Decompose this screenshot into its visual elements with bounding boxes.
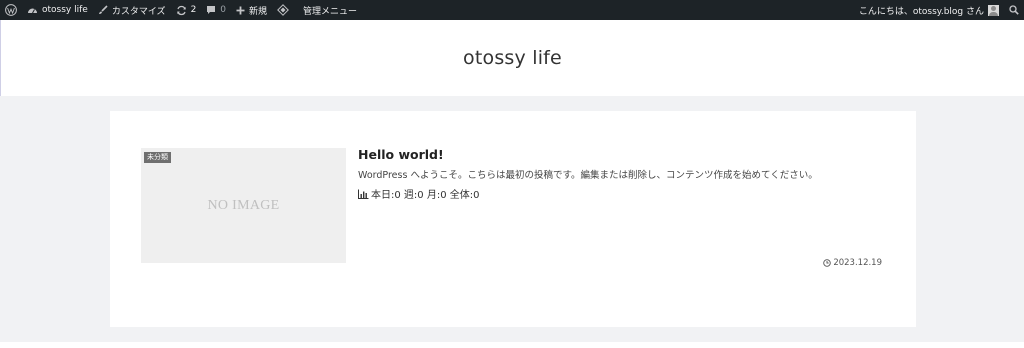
site-header: otossy life [1,20,1024,96]
site-title[interactable]: otossy life [463,47,562,69]
post-title[interactable]: Hello world! [358,147,444,162]
view-stats-text: 本日:0 週:0 月:0 全体:0 [371,190,480,201]
greeting-text: こんにちは、otossy.blog さん [858,6,984,17]
clock-icon [823,259,832,267]
diamond-icon [277,4,289,16]
new-content-label: 新規 [249,6,268,17]
avatar [988,4,999,16]
updates-button[interactable]: 2 [171,0,202,20]
wordpress-icon [5,4,17,16]
brush-icon [98,5,108,14]
post-thumbnail[interactable]: 未分類 NO IMAGE [141,148,346,263]
updates-icon [176,5,186,15]
admin-menu-label: 管理メニュー [303,6,358,17]
view-stats: 本日:0 週:0 月:0 全体:0 [358,186,479,201]
wordpress-logo-button[interactable] [0,0,22,20]
category-badge[interactable]: 未分類 [144,152,171,163]
account-menu[interactable]: こんにちは、otossy.blog さん [854,0,1004,20]
no-image-placeholder: NO IMAGE [207,197,280,213]
plugin-menu-button[interactable] [272,0,294,20]
comments-count: 0 [220,5,227,15]
search-button[interactable] [1004,0,1024,20]
bar-chart-icon [358,189,369,199]
comment-icon [207,6,216,14]
plus-icon [236,6,245,14]
post-date-text: 2023.12.19 [833,258,882,268]
search-icon [1009,5,1019,15]
admin-menu-button[interactable]: 管理メニュー [294,0,362,20]
admin-bar: otossy life カスタマイズ 2 0 新規 管理メニュー こんにちは、o… [0,0,1024,20]
customize-button[interactable]: カスタマイズ [93,0,171,20]
post-excerpt: WordPress へようこそ。こちらは最初の投稿です。編集または削除し、コンテ… [358,170,818,181]
comments-button[interactable]: 0 [201,0,231,20]
dashboard-icon [28,8,37,14]
next-section-edge [0,342,1024,348]
site-name-menu[interactable]: otossy life [22,0,93,20]
updates-count: 2 [190,5,197,15]
new-content-button[interactable]: 新規 [231,0,272,20]
customize-label: カスタマイズ [111,6,166,17]
site-name-label: otossy life [42,5,88,15]
post-date: 2023.12.19 [823,258,882,268]
post-card[interactable]: 未分類 NO IMAGE Hello world! WordPress へようこ… [110,111,916,327]
